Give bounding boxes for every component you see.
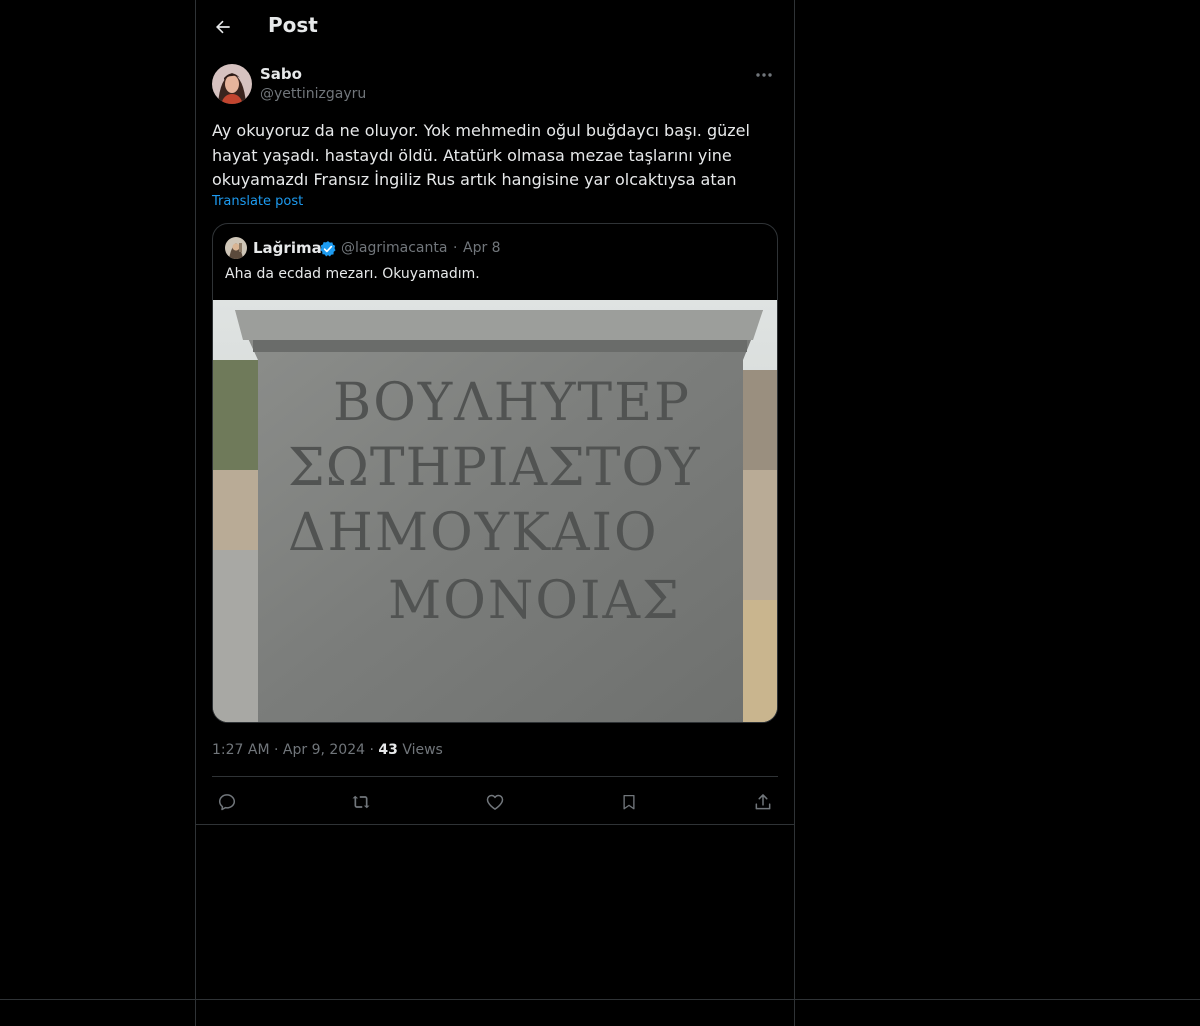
separator-dot: ·	[453, 240, 458, 256]
like-button[interactable]	[480, 787, 510, 817]
action-bar	[212, 787, 778, 817]
post-column: Post Sabo @yettinizgayru Ay okuyoruz da …	[195, 0, 795, 1026]
quoted-text: Aha da ecdad mezarı. Okuyamadım.	[225, 266, 480, 282]
translate-post-link[interactable]: Translate post	[212, 194, 303, 209]
inscription-line: ΔΗΜΟΥΚΑΙΟ	[288, 503, 659, 563]
divider	[212, 776, 778, 777]
post-time[interactable]: 1:27 AM	[212, 742, 270, 758]
quoted-post[interactable]: Lağrima @lagrimacanta · Apr 8 Aha da ecd…	[212, 223, 778, 723]
reply-icon	[217, 792, 237, 812]
more-horizontal-icon	[755, 72, 773, 78]
share-button[interactable]	[748, 787, 778, 817]
views-label: Views	[402, 742, 443, 758]
post-meta: 1:27 AM · Apr 9, 2024 · 43 Views	[212, 742, 443, 758]
post-date[interactable]: Apr 9, 2024	[283, 742, 365, 758]
repost-icon	[350, 792, 372, 812]
quoted-avatar	[225, 237, 247, 259]
avatar[interactable]	[212, 64, 252, 104]
reply-button[interactable]	[212, 787, 242, 817]
like-icon	[485, 792, 505, 812]
divider	[196, 824, 794, 825]
inscription-line: ΒΟΥΛΗΥΤΕΡ	[333, 373, 691, 433]
bottom-divider	[0, 999, 1200, 1000]
back-button[interactable]	[206, 10, 240, 44]
separator-dot: ·	[369, 742, 374, 758]
post-text: Ay okuyoruz da ne oluyor. Yok mehmedin o…	[212, 121, 750, 189]
repost-button[interactable]	[346, 787, 376, 817]
quoted-photo[interactable]: ΒΟΥΛΗΥΤΕΡ ΣΩΤΗΡΙΑΣΤΟΥ ΔΗΜΟΥΚΑΙΟ ΜΟΝΟΙΑΣ	[213, 300, 777, 722]
bookmark-icon	[620, 792, 638, 812]
inscription-line: ΣΩΤΗΡΙΑΣΤΟΥ	[288, 438, 700, 498]
arrow-left-icon	[213, 17, 233, 37]
views-count: 43	[378, 742, 398, 758]
post-author: Sabo @yettinizgayru	[212, 64, 778, 108]
author-handle[interactable]: @yettinizgayru	[260, 86, 366, 102]
verified-badge-icon	[319, 240, 337, 258]
inscription-line: ΜΟΝΟΙΑΣ	[388, 571, 681, 631]
author-name[interactable]: Sabo	[260, 65, 302, 83]
post-header: Post	[196, 0, 794, 54]
page-title: Post	[268, 13, 318, 37]
quoted-author-handle: @lagrimacanta	[341, 240, 448, 256]
quoted-date: Apr 8	[463, 240, 501, 256]
bookmark-button[interactable]	[614, 787, 644, 817]
share-icon	[753, 792, 773, 812]
quoted-author-name: Lağrima	[253, 239, 322, 257]
more-button[interactable]	[750, 64, 778, 86]
separator-dot: ·	[274, 742, 279, 758]
